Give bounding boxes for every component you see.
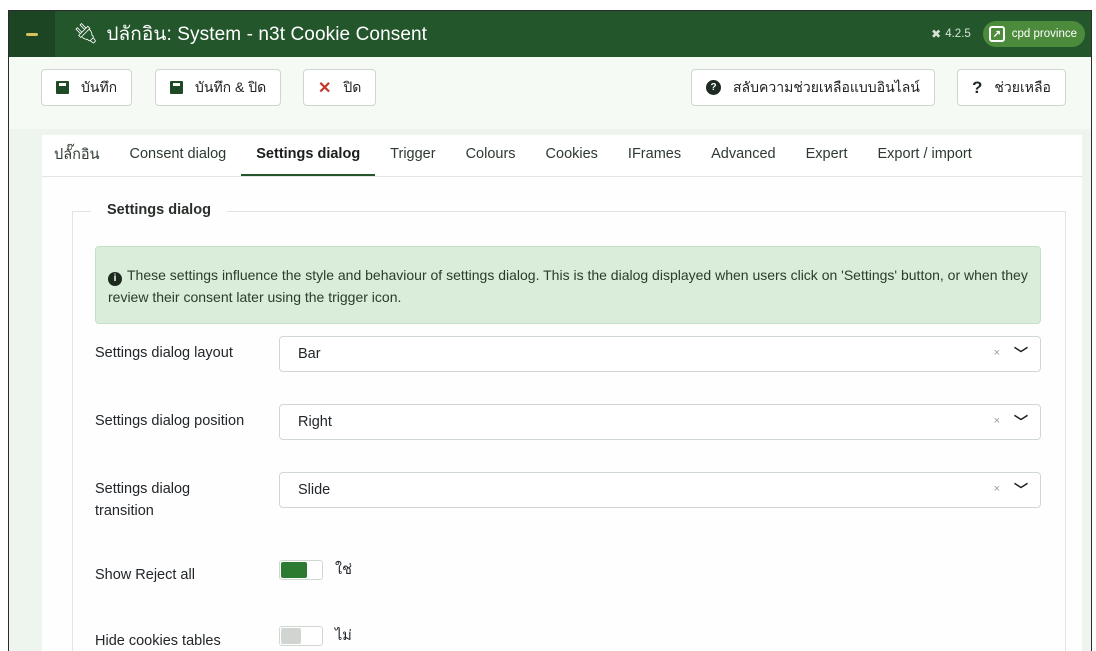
layout-select[interactable]: Bar × ﹀ <box>279 336 1041 372</box>
save-close-button-label: บันทึก & ปิด <box>195 78 267 95</box>
toggle-state-label: ใช่ <box>335 562 352 578</box>
tab-colours[interactable]: Colours <box>451 134 531 176</box>
chevron-down-icon[interactable]: ﹀ <box>1014 344 1028 364</box>
chevron-down-icon[interactable]: ﹀ <box>1014 480 1028 500</box>
site-link-button[interactable]: ↗ cpd province <box>982 21 1085 47</box>
select-value: Right <box>298 414 332 430</box>
tab-settings-dialog[interactable]: Settings dialog <box>241 134 376 176</box>
tab-bar: ปลั๊กอิน Consent dialog Settings dialog … <box>42 135 1082 177</box>
toggle-knob <box>281 562 307 578</box>
toggle-inline-help-button[interactable]: ? สลับความช่วยเหลือแบบอินไลน์ <box>691 69 935 106</box>
save-icon <box>56 81 69 94</box>
hide-cookies-tables-toggle[interactable] <box>279 626 323 646</box>
field-label: Settings dialog position <box>95 413 245 429</box>
app-frame: 🔌︎ ปลักอิน: System - n3t Cookie Consent … <box>8 10 1092 651</box>
show-reject-all-toggle[interactable] <box>279 560 323 580</box>
tab-panel: Settings dialog i These settings influenc… <box>42 177 1082 651</box>
toggle-knob <box>281 628 301 644</box>
clear-icon[interactable]: × <box>994 347 1000 359</box>
save-button[interactable]: บันทึก <box>41 69 133 106</box>
settings-fieldset: Settings dialog i These settings influenc… <box>72 202 1066 651</box>
save-close-button[interactable]: บันทึก & ปิด <box>155 69 282 106</box>
info-alert: i These settings influence the style and … <box>95 246 1041 324</box>
transition-select[interactable]: Slide × ﹀ <box>279 472 1041 508</box>
close-button-label: ปิด <box>343 78 362 95</box>
tab-export-import[interactable]: Export / import <box>863 134 987 176</box>
tab-consent-dialog[interactable]: Consent dialog <box>115 134 242 176</box>
plug-icon: 🔌︎ <box>73 23 99 45</box>
help-button-label: ช่วยเหลือ <box>994 78 1051 95</box>
info-icon: i <box>108 272 122 286</box>
close-button[interactable]: ✕ ปิด <box>303 69 377 106</box>
field-label: Show Reject all <box>95 567 195 583</box>
question-icon: ? <box>972 77 983 97</box>
header-bar: 🔌︎ ปลักอิน: System - n3t Cookie Consent … <box>9 11 1091 57</box>
tab-iframes[interactable]: IFrames <box>613 134 696 176</box>
field-label: Hide cookies tables <box>95 633 221 649</box>
toggle-help-label: สลับความช่วยเหลือแบบอินไลน์ <box>733 78 920 95</box>
toolbar: บันทึก บันทึก & ปิด ✕ ปิด ? สลับความช่วย… <box>9 57 1091 129</box>
close-icon: ✕ <box>318 79 332 97</box>
version-text: 4.2.5 <box>945 28 971 40</box>
field-label: Settings dialog layout <box>95 345 233 361</box>
select-value: Bar <box>298 346 321 362</box>
chevron-down-icon[interactable]: ﹀ <box>1014 412 1028 432</box>
joomla-icon: ✖ <box>931 27 942 41</box>
toggle-state-label: ไม่ <box>335 628 352 644</box>
save-icon <box>170 81 183 94</box>
site-name: cpd province <box>1011 28 1077 40</box>
tab-cookies[interactable]: Cookies <box>531 134 613 176</box>
position-select[interactable]: Right × ﹀ <box>279 404 1041 440</box>
tab-trigger[interactable]: Trigger <box>375 134 450 176</box>
tab-expert[interactable]: Expert <box>791 134 863 176</box>
help-button[interactable]: ? ช่วยเหลือ <box>957 69 1066 106</box>
fieldset-legend: Settings dialog <box>91 202 227 218</box>
info-text: These settings influence the style and b… <box>108 267 1028 305</box>
question-circle-icon: ? <box>706 80 721 95</box>
tab-plugin[interactable]: ปลั๊กอิน <box>42 134 115 176</box>
header-right: ✖ 4.2.5 ↗ cpd province <box>931 21 1091 47</box>
select-value: Slide <box>298 482 331 498</box>
save-button-label: บันทึก <box>81 78 118 95</box>
logo-mark <box>26 32 38 36</box>
joomla-logo[interactable] <box>9 11 55 57</box>
main-card: ปลั๊กอิน Consent dialog Settings dialog … <box>42 135 1082 651</box>
clear-icon[interactable]: × <box>994 483 1000 495</box>
page-title: ปลักอิน: System - n3t Cookie Consent <box>106 24 428 45</box>
field-label: Settings dialog transition <box>95 481 191 519</box>
clear-icon[interactable]: × <box>994 415 1000 427</box>
external-link-icon: ↗ <box>988 26 1005 42</box>
tab-advanced[interactable]: Advanced <box>696 134 791 176</box>
